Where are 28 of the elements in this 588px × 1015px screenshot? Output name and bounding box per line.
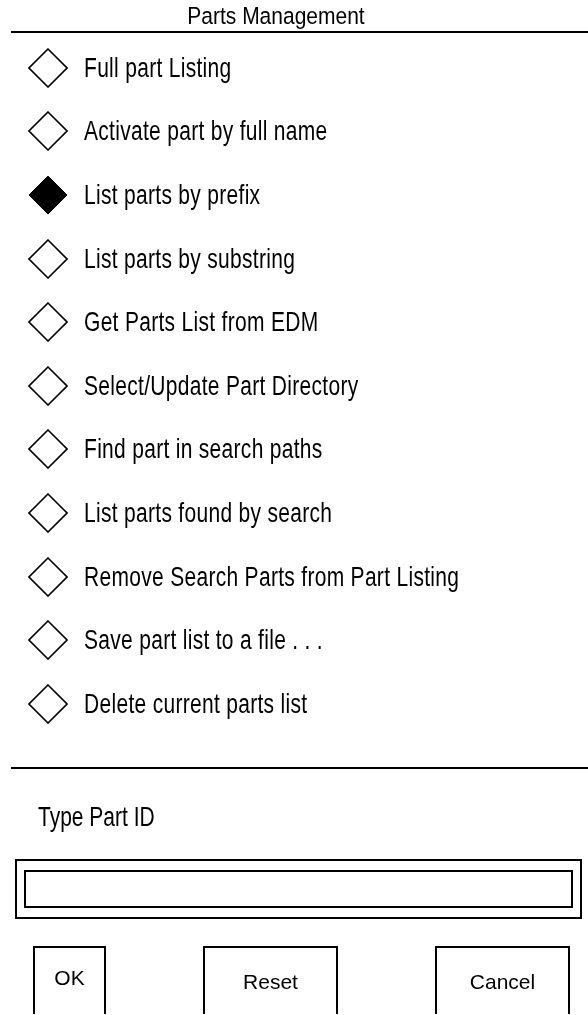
radio-diamond-icon[interactable] xyxy=(28,111,68,152)
radio-diamond-icon[interactable] xyxy=(28,47,68,88)
option-label[interactable]: List parts found by search xyxy=(84,497,333,529)
radio-diamond-icon[interactable] xyxy=(28,429,68,470)
option-label[interactable]: Save part list to a file . . . xyxy=(84,624,323,656)
dialog-title: Parts Management xyxy=(187,2,365,29)
ok-button[interactable]: OK xyxy=(33,945,106,1014)
option-label[interactable]: Full part Listing xyxy=(84,52,232,84)
option-label[interactable]: Remove Search Parts from Part Listing xyxy=(84,560,460,593)
option-label[interactable]: Get Parts List from EDM xyxy=(84,306,319,338)
radio-diamond-icon[interactable] xyxy=(28,683,68,724)
option-label[interactable]: Find part in search paths xyxy=(84,433,323,465)
option-label[interactable]: List parts by prefix xyxy=(84,179,261,211)
radio-diamond-icon[interactable] xyxy=(28,238,68,279)
radio-diamond-icon[interactable] xyxy=(28,302,68,343)
cancel-button[interactable]: Cancel xyxy=(435,945,570,1014)
radio-diamond-icon[interactable] xyxy=(28,365,68,406)
option-label[interactable]: Activate part by full name xyxy=(84,115,328,147)
radio-diamond-icon[interactable] xyxy=(28,175,68,215)
part-id-field[interactable] xyxy=(15,858,582,919)
radio-diamond-icon[interactable] xyxy=(28,492,68,533)
reset-button[interactable]: Reset xyxy=(203,945,338,1014)
option-label[interactable]: List parts by substring xyxy=(84,243,296,275)
option-label[interactable]: Delete current parts list xyxy=(84,688,308,720)
field-label: Type Part ID xyxy=(38,799,155,834)
radio-diamond-icon[interactable] xyxy=(28,556,68,597)
option-label[interactable]: Select/Update Part Directory xyxy=(84,370,359,402)
radio-diamond-icon[interactable] xyxy=(28,620,68,661)
